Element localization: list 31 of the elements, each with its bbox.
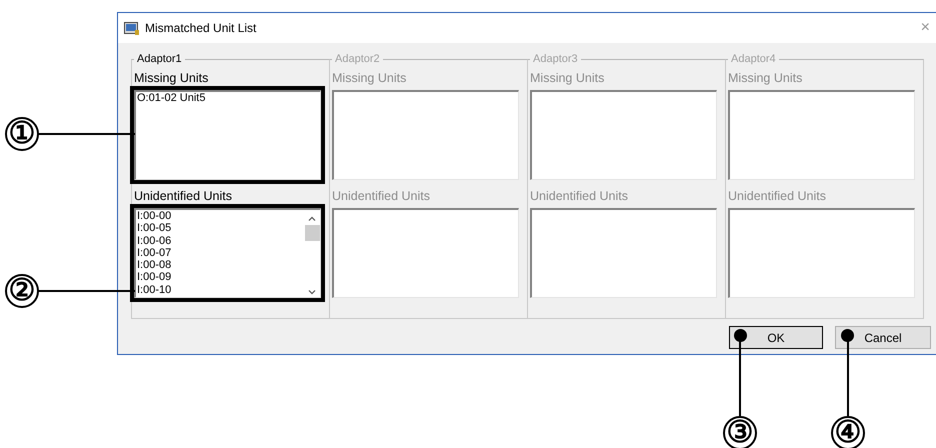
group-title: Adaptor2 [334, 53, 381, 65]
chevron-up-icon[interactable] [308, 216, 316, 221]
list-label: Missing Units [134, 71, 210, 85]
list-item[interactable]: I:00-09 [137, 271, 304, 284]
callout-number: ① [5, 117, 39, 151]
callout-number: ② [5, 274, 39, 308]
list-label: Missing Units [728, 71, 804, 85]
group-title: Adaptor1 [136, 53, 183, 65]
list-label: Missing Units [332, 71, 408, 85]
list-item[interactable]: I:00-05 [137, 222, 304, 235]
callout-number: ③ [723, 416, 757, 448]
cancel-button[interactable]: Cancel [835, 326, 931, 349]
scroll-thumb[interactable] [304, 225, 320, 241]
list-item[interactable]: I:00-06 [137, 234, 304, 247]
list-item[interactable]: I:00-10 [137, 284, 304, 296]
list-label: Unidentified Units [134, 189, 233, 203]
list-label: Unidentified Units [332, 189, 431, 203]
list-label: Missing Units [530, 71, 606, 85]
window-title: Mismatched Unit List [145, 21, 258, 35]
callout-number: ④ [831, 416, 865, 448]
list-item[interactable]: I:00-00 [137, 210, 304, 222]
window-app-icon [124, 22, 139, 34]
list-item[interactable]: I:00-08 [137, 259, 304, 272]
group-title: Adaptor3 [532, 53, 579, 65]
list-item[interactable]: I:00-07 [137, 246, 304, 260]
list-item[interactable]: O:01-02 Unit5 [137, 92, 320, 104]
group-title: Adaptor4 [730, 53, 777, 65]
ok-button[interactable]: OK [729, 326, 823, 349]
list-label: Unidentified Units [530, 189, 629, 203]
list-label: Unidentified Units [728, 189, 827, 203]
chevron-down-icon[interactable] [308, 290, 316, 295]
